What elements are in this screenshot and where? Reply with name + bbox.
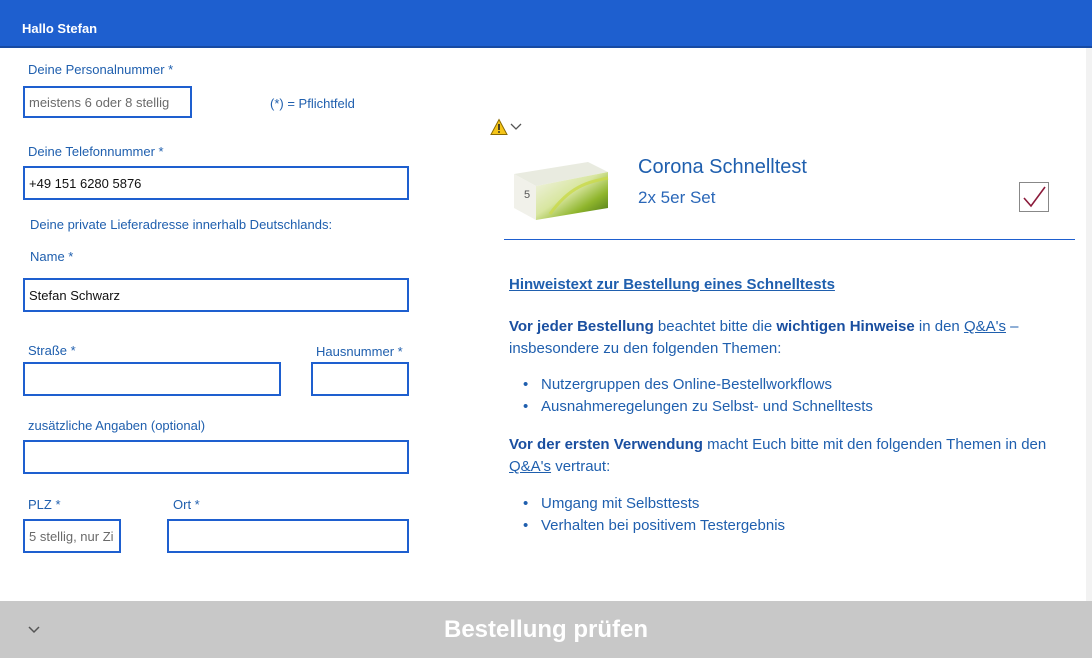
chevron-down-icon[interactable]	[26, 621, 42, 637]
plz-label: PLZ *	[28, 497, 61, 512]
greeting-title: Hallo Stefan	[22, 21, 98, 36]
zusatz-label: zusätzliche Angaben (optional)	[28, 418, 206, 433]
info-heading-link[interactable]: Hinweistext zur Bestellung eines Schnell…	[509, 276, 835, 293]
product-subtitle: 2x 5er Set	[638, 188, 716, 207]
checkmark-icon	[1023, 186, 1046, 208]
qa-link-2[interactable]: Q&A's	[509, 458, 551, 475]
ort-input[interactable]	[167, 519, 409, 553]
personalnummer-label: Deine Personalnummer *	[28, 62, 174, 77]
info-heading: Hinweistext zur Bestellung eines Schnell…	[509, 274, 1069, 296]
telefon-label: Deine Telefonnummer *	[28, 144, 164, 159]
lieferadresse-heading: Deine private Lieferadresse innerhalb De…	[30, 217, 333, 232]
warning-icon[interactable]	[490, 118, 508, 136]
list-item: Nutzergruppen des Online-Bestellworkflow…	[509, 374, 1069, 396]
list-item: Umgang mit Selbsttests	[509, 493, 1069, 515]
plz-input[interactable]: 5 stellig, nur Zi	[23, 519, 121, 553]
info-list-1: Nutzergruppen des Online-Bestellworkflow…	[509, 374, 1069, 418]
p1-text-1: beachtet bitte die	[653, 318, 777, 335]
qa-link-1[interactable]: Q&A's	[964, 318, 1006, 335]
ort-label: Ort *	[173, 497, 200, 512]
info-paragraph-2: Vor der ersten Verwendung macht Euch bit…	[509, 434, 1069, 478]
pflichtfeld-hint: (*) = Pflichtfeld	[270, 96, 355, 111]
p1-bold-1: Vor jeder Bestellung	[509, 318, 654, 335]
name-value: Stefan Schwarz	[29, 287, 121, 303]
telefon-value: +49 151 6280 5876	[29, 175, 142, 191]
name-label: Name *	[30, 249, 74, 264]
p2-text-1: macht Euch bitte mit den folgenden Theme…	[702, 436, 1047, 453]
product-checkbox[interactable]	[1019, 182, 1049, 212]
zusatz-input[interactable]	[23, 440, 409, 474]
chevron-down-icon[interactable]	[509, 120, 523, 134]
personalnummer-placeholder: meistens 6 oder 8 stellig	[29, 94, 170, 110]
svg-text:5: 5	[524, 189, 530, 201]
hausnummer-input[interactable]	[311, 362, 409, 396]
plz-placeholder: 5 stellig, nur Zi	[29, 528, 114, 544]
telefon-input[interactable]: +49 151 6280 5876	[23, 166, 409, 200]
strasse-label: Straße *	[28, 343, 76, 358]
bestellung-pruefen-button[interactable]: Bestellung prüfen	[0, 601, 1092, 658]
p1-text-2: in den	[914, 318, 964, 335]
p2-bold-1: Vor der ersten Verwendung	[509, 436, 703, 453]
info-paragraph-1: Vor jeder Bestellung beachtet bitte die …	[509, 316, 1069, 360]
p1-bold-2: wichtigen Hinweise	[776, 318, 915, 335]
name-input[interactable]: Stefan Schwarz	[23, 278, 409, 312]
footer-bar: Bestellung prüfen	[0, 601, 1092, 658]
info-list-2: Umgang mit Selbsttests Verhalten bei pos…	[509, 493, 1069, 537]
section-divider	[504, 239, 1075, 240]
p2-text-2: vertraut:	[551, 458, 611, 475]
list-item: Verhalten bei positivem Testergebnis	[509, 515, 1069, 537]
strasse-input[interactable]	[23, 362, 281, 396]
list-item: Ausnahmeregelungen zu Selbst- und Schnel…	[509, 396, 1069, 418]
hausnummer-label: Hausnummer *	[316, 344, 403, 359]
product-box-image: 5	[514, 162, 609, 220]
scrollbar-track[interactable]	[1086, 48, 1092, 601]
personalnummer-input[interactable]: meistens 6 oder 8 stellig	[23, 86, 192, 118]
product-title: Corona Schnelltest	[638, 156, 807, 178]
app-header: Hallo Stefan	[0, 0, 1092, 48]
